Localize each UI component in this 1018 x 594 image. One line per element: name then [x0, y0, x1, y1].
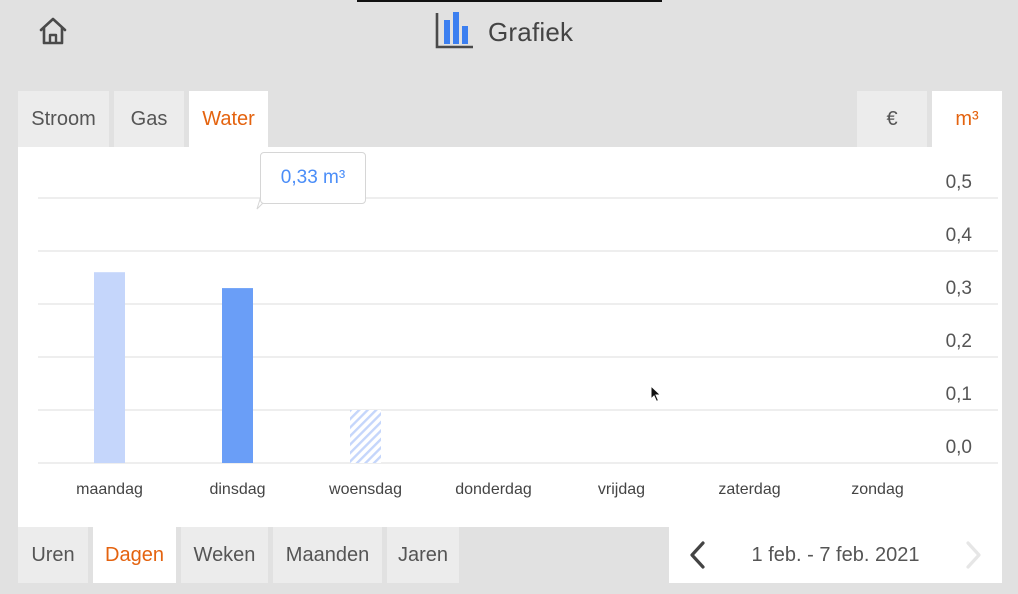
tab-uren[interactable]: Uren: [18, 527, 88, 583]
bar-chart: maandag dinsdag woensdag donderdag vrijdag za…: [38, 172, 998, 498]
value-tooltip: 0,33 m³: [260, 152, 366, 204]
x-tick-label: maandag: [76, 481, 143, 498]
tab-weken[interactable]: Weken: [181, 527, 268, 583]
y-tick-label: 0,5: [946, 172, 972, 193]
tab-maanden[interactable]: Maanden: [273, 527, 382, 583]
bar-chart-icon: [434, 10, 474, 55]
x-tick-label: donderdag: [455, 481, 532, 498]
page-header: Grafiek: [434, 10, 574, 55]
bar-woensdag[interactable]: [350, 410, 381, 463]
bar-maandag[interactable]: [94, 272, 125, 463]
x-tick-label: dinsdag: [209, 481, 265, 498]
x-tick-label: zondag: [851, 481, 904, 498]
tab-stroom[interactable]: Stroom: [18, 91, 109, 147]
x-tick-label: vrijdag: [598, 481, 645, 498]
tab-dagen[interactable]: Dagen: [93, 527, 176, 583]
chevron-right-icon[interactable]: [956, 539, 988, 571]
home-icon[interactable]: [36, 14, 70, 48]
chevron-left-icon[interactable]: [683, 539, 715, 571]
y-tick-label: 0,0: [946, 437, 972, 458]
tab-jaren[interactable]: Jaren: [387, 527, 459, 583]
page-title: Grafiek: [488, 16, 574, 47]
top-edge-line: [357, 0, 662, 2]
date-navigator: 1 feb. - 7 feb. 2021: [669, 527, 1002, 583]
mouse-cursor-icon: [650, 385, 662, 403]
x-tick-label: woensdag: [328, 481, 402, 498]
y-tick-label: 0,1: [946, 384, 972, 405]
y-tick-label: 0,4: [946, 225, 973, 246]
tab-unit-m3[interactable]: m³: [932, 91, 1002, 147]
y-tick-label: 0,2: [946, 331, 972, 352]
date-range-label: 1 feb. - 7 feb. 2021: [751, 543, 920, 566]
chart-panel: maandag dinsdag woensdag donderdag vrijdag za…: [18, 147, 1002, 527]
x-tick-label: zaterdag: [718, 481, 780, 498]
tab-unit-euro[interactable]: €: [857, 91, 927, 147]
tooltip-text: 0,33 m³: [280, 167, 346, 188]
tab-water[interactable]: Water: [189, 91, 268, 147]
tab-gas[interactable]: Gas: [114, 91, 184, 147]
y-tick-label: 0,3: [946, 278, 972, 299]
bar-dinsdag[interactable]: [222, 288, 253, 463]
